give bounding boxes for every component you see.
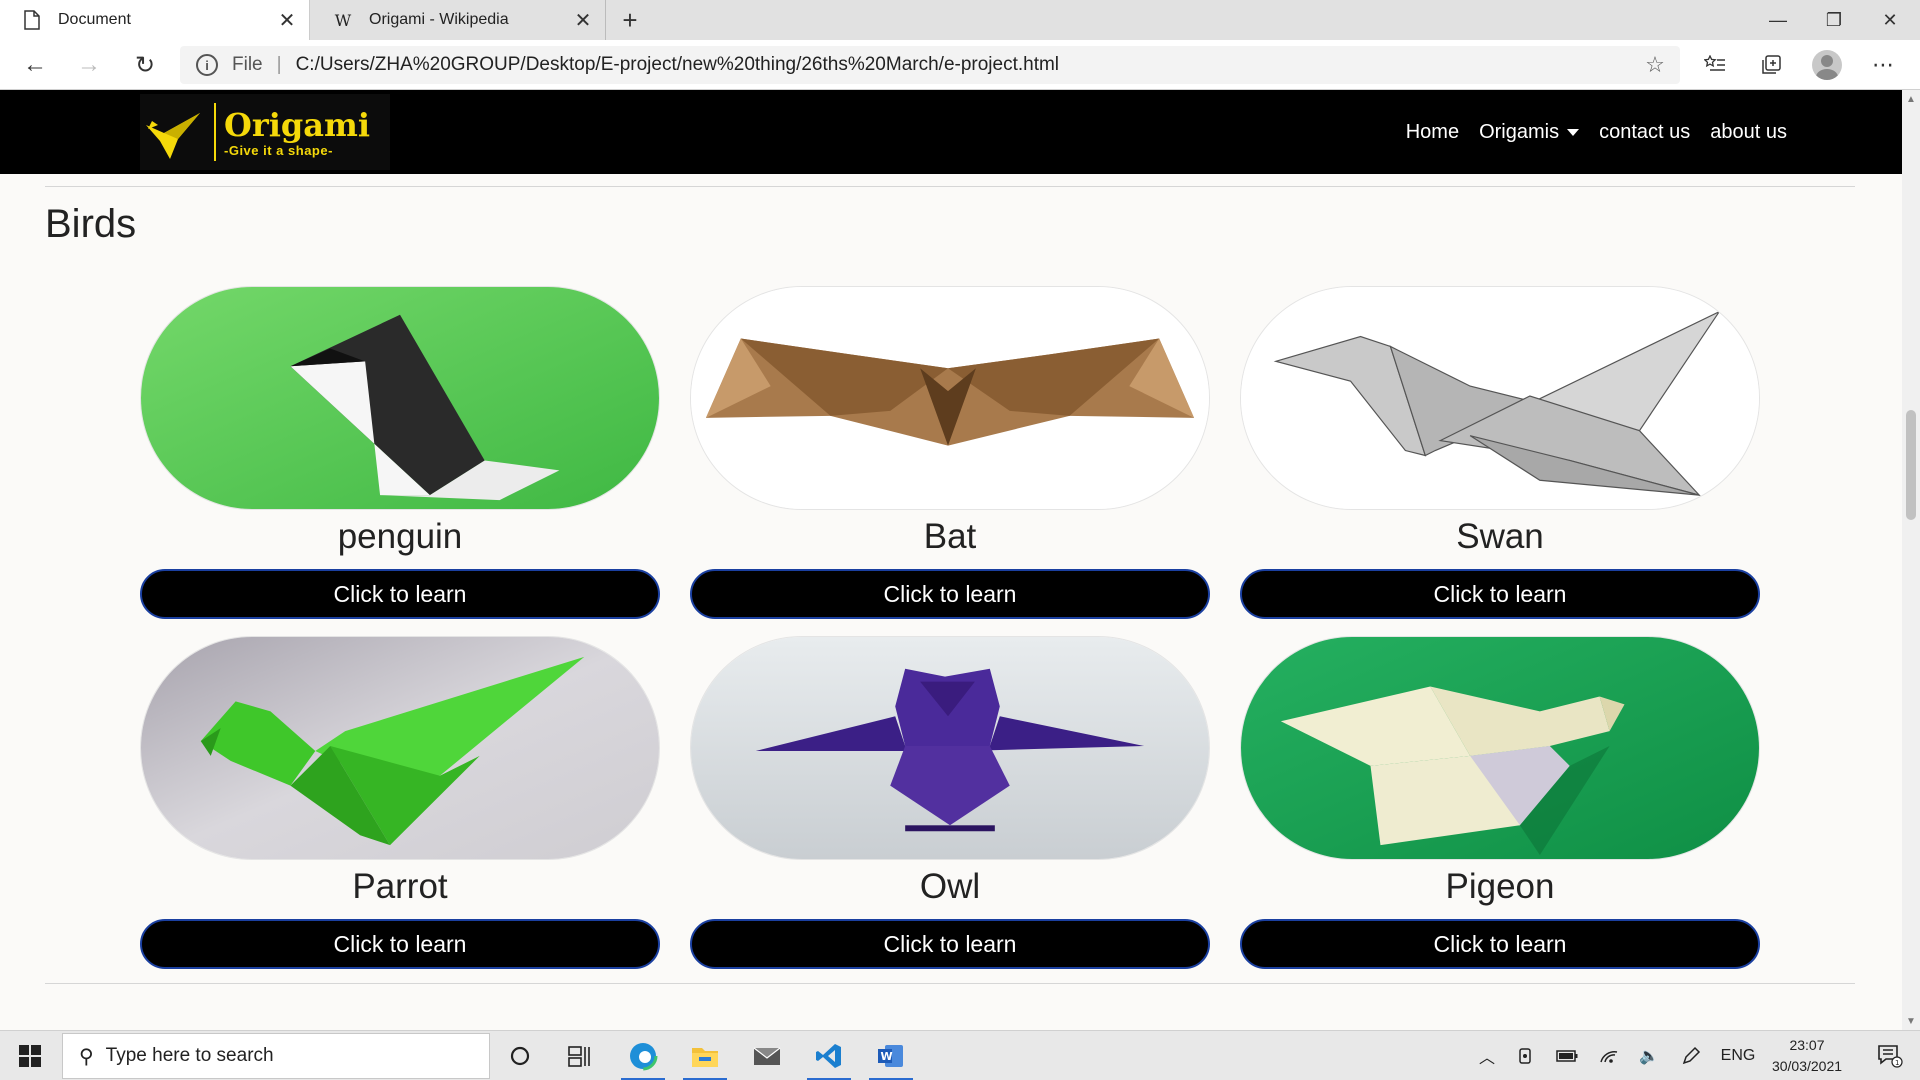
volume-icon[interactable]: 🔈 [1634, 1031, 1664, 1080]
vscode-icon[interactable] [801, 1031, 857, 1080]
click-to-learn-button[interactable]: Click to learn [140, 569, 660, 619]
wikipedia-w-icon: W [334, 10, 352, 30]
card-title: penguin [337, 517, 463, 556]
origami-bird-logo-icon [146, 113, 200, 159]
edge-browser-icon[interactable] [615, 1031, 671, 1080]
logo-divider [214, 103, 216, 161]
address-bar[interactable]: i File | C:/Users/ZHA%20GROUP/Desktop/E-… [180, 46, 1680, 84]
close-tab-icon[interactable]: ✕ [273, 6, 301, 34]
scroll-up-arrow-icon[interactable]: ▲ [1902, 90, 1920, 108]
restore-icon[interactable]: ❐ [1806, 0, 1862, 40]
action-center-icon[interactable]: 1 [1868, 1031, 1912, 1080]
section-divider [45, 983, 1855, 984]
word-icon[interactable]: W [863, 1031, 919, 1080]
collections-icon[interactable] [1754, 48, 1788, 82]
svg-text:W: W [881, 1050, 893, 1063]
card-title: Owl [919, 867, 981, 906]
taskbar-search-box[interactable]: ⚲ Type here to search [62, 1033, 490, 1079]
profile-avatar[interactable] [1812, 50, 1842, 80]
owl-origami-image [690, 636, 1210, 860]
card-parrot: Parrot Click to learn [140, 636, 660, 969]
wifi-icon[interactable] [1594, 1031, 1624, 1080]
card-title: Swan [1456, 517, 1544, 556]
more-menu-icon[interactable]: ⋯ [1866, 48, 1900, 82]
cortana-icon[interactable] [492, 1031, 548, 1080]
forward-arrow-icon[interactable]: → [72, 48, 106, 82]
nav-contact-us[interactable]: contact us [1599, 121, 1690, 144]
windows-taskbar: ⚲ Type here to search W ︿ 🔈 ENG 23:07 30… [0, 1030, 1920, 1080]
scrollbar-thumb[interactable] [1906, 410, 1916, 520]
page-icon [20, 8, 44, 32]
caret-down-icon [1567, 128, 1580, 136]
site-logo[interactable]: Origami -Give it a shape- [140, 94, 390, 170]
tab-title: Document [58, 11, 131, 28]
show-hidden-icons-chevron-icon[interactable]: ︿ [1474, 1031, 1500, 1080]
scheme-divider: | [276, 54, 282, 75]
tab-document[interactable]: Document ✕ [0, 0, 310, 40]
card-title: Bat [923, 517, 977, 556]
meet-now-icon[interactable] [1512, 1031, 1540, 1080]
pigeon-origami-image [1240, 636, 1760, 860]
search-placeholder: Type here to search [105, 1045, 274, 1066]
logo-name: Origami [224, 105, 371, 144]
tab-wikipedia[interactable]: W Origami - Wikipedia ✕ [311, 0, 606, 40]
card-title: Parrot [352, 867, 448, 906]
page-viewport: Origami -Give it a shape- Home Origamis … [0, 90, 1902, 1030]
close-window-icon[interactable]: ✕ [1862, 0, 1918, 40]
windows-start-icon[interactable] [8, 1031, 52, 1080]
notification-count: 1 [1895, 1059, 1899, 1067]
card-owl: Owl Click to learn [690, 636, 1210, 969]
nav-origamis-label: Origamis [1479, 120, 1560, 143]
click-to-learn-button[interactable]: Click to learn [1240, 569, 1760, 619]
bat-origami-image [690, 286, 1210, 510]
card-penguin: penguin Click to learn [140, 286, 660, 619]
pen-workspace-icon[interactable] [1676, 1031, 1706, 1080]
address-toolbar: ← → ↻ i File | C:/Users/ZHA%20GROUP/Desk… [0, 40, 1920, 90]
scroll-down-arrow-icon[interactable]: ▼ [1902, 1012, 1920, 1030]
nav-about-us[interactable]: about us [1710, 121, 1787, 144]
search-icon: ⚲ [79, 1045, 94, 1068]
favorites-list-icon[interactable] [1698, 48, 1732, 82]
logo-tagline: -Give it a shape- [224, 142, 333, 158]
section-divider [45, 186, 1855, 187]
site-navbar: Origami -Give it a shape- Home Origamis … [0, 90, 1902, 174]
refresh-icon[interactable]: ↻ [128, 48, 162, 82]
page-scrollbar[interactable]: ▲ ▼ [1902, 90, 1920, 1030]
taskbar-clock[interactable]: 23:07 30/03/2021 [1762, 1035, 1852, 1077]
battery-icon[interactable] [1552, 1031, 1582, 1080]
click-to-learn-button[interactable]: Click to learn [140, 919, 660, 969]
task-view-icon[interactable] [552, 1031, 608, 1080]
parrot-origami-image [140, 636, 660, 860]
scheme-label: File [232, 54, 263, 75]
input-language[interactable]: ENG [1718, 1031, 1758, 1080]
card-swan: Swan Click to learn [1240, 286, 1760, 619]
close-tab-icon[interactable]: ✕ [569, 6, 597, 34]
click-to-learn-button[interactable]: Click to learn [1240, 919, 1760, 969]
section-title: Birds [45, 202, 137, 246]
click-to-learn-button[interactable]: Click to learn [690, 919, 1210, 969]
card-pigeon: Pigeon Click to learn [1240, 636, 1760, 969]
card-bat: Bat Click to learn [690, 286, 1210, 619]
card-title: Pigeon [1445, 867, 1555, 906]
minimize-icon[interactable]: — [1750, 0, 1806, 40]
penguin-origami-image [140, 286, 660, 510]
back-arrow-icon[interactable]: ← [18, 48, 52, 82]
url-text[interactable]: C:/Users/ZHA%20GROUP/Desktop/E-project/n… [296, 54, 1640, 76]
clock-date: 30/03/2021 [1771, 1058, 1843, 1074]
info-icon[interactable]: i [196, 54, 218, 76]
logo-text: Origami -Give it a shape- [224, 107, 370, 158]
main-menu: Home Origamis contact us about us [1386, 90, 1787, 174]
new-tab-plus-icon[interactable]: + [615, 5, 645, 35]
tab-title: Origami - Wikipedia [369, 11, 509, 28]
mail-icon[interactable] [739, 1031, 795, 1080]
file-explorer-icon[interactable] [677, 1031, 733, 1080]
nav-origamis-dropdown[interactable]: Origamis [1479, 120, 1580, 144]
nav-home[interactable]: Home [1406, 121, 1459, 144]
clock-time: 23:07 [1789, 1037, 1825, 1053]
favorite-star-icon[interactable]: ☆ [1640, 52, 1670, 78]
click-to-learn-button[interactable]: Click to learn [690, 569, 1210, 619]
swan-origami-image [1240, 286, 1760, 510]
browser-tab-strip: Document ✕ W Origami - Wikipedia ✕ + — ❐… [0, 0, 1920, 40]
